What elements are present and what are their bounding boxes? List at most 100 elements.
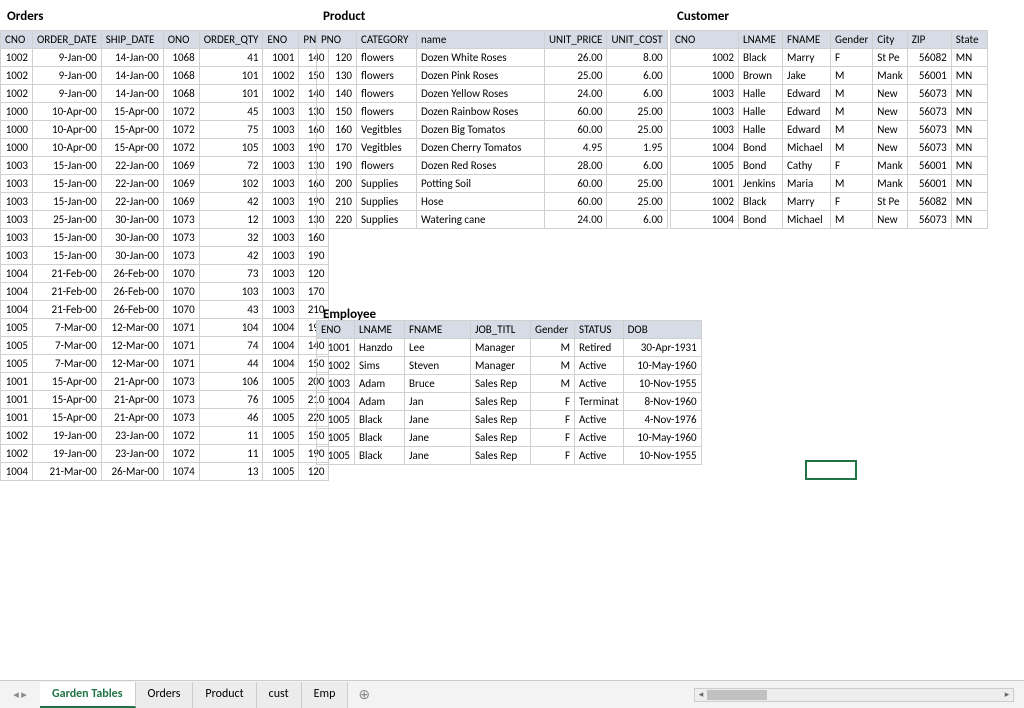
cell[interactable]: 1003 xyxy=(263,139,299,157)
cell[interactable]: 12-Mar-00 xyxy=(101,319,163,337)
cell[interactable]: 24.00 xyxy=(545,85,607,103)
cell[interactable]: Sales Rep xyxy=(471,447,531,465)
cell[interactable]: Jan xyxy=(405,393,471,411)
cell[interactable]: 1002 xyxy=(263,67,299,85)
cell[interactable]: Bond xyxy=(739,211,783,229)
cell[interactable]: F xyxy=(531,393,575,411)
cell[interactable]: 220 xyxy=(317,211,357,229)
cell[interactable]: 1002 xyxy=(671,193,739,211)
cell[interactable]: 30-Jan-00 xyxy=(101,229,163,247)
table-row[interactable]: 10057-Mar-0012-Mar-001071441004150 xyxy=(1,355,329,373)
cell[interactable]: Dozen Cherry Tomatos xyxy=(417,139,545,157)
cell[interactable]: 103 xyxy=(199,283,263,301)
cell[interactable]: 1070 xyxy=(163,283,199,301)
cell[interactable]: 56073 xyxy=(907,85,951,103)
cell[interactable]: 1003 xyxy=(263,157,299,175)
table-row[interactable]: 220SuppliesWatering cane24.006.00 xyxy=(317,211,668,229)
cell[interactable]: Terminat xyxy=(575,393,624,411)
table-row[interactable]: 200SuppliesPotting Soil60.0025.00 xyxy=(317,175,668,193)
cell[interactable]: Halle xyxy=(739,121,783,139)
col-header[interactable]: PNO xyxy=(317,31,357,49)
table-row[interactable]: 170VegitblesDozen Cherry Tomatos4.951.95 xyxy=(317,139,668,157)
cell[interactable]: 25.00 xyxy=(545,67,607,85)
cell[interactable]: 105 xyxy=(199,139,263,157)
cell[interactable]: Jenkins xyxy=(739,175,783,193)
table-row[interactable]: 1004BondMichaelMNew56073MN xyxy=(671,139,988,157)
cell[interactable]: 12-Mar-00 xyxy=(101,355,163,373)
col-header[interactable]: LNAME xyxy=(355,321,405,339)
cell[interactable]: Dozen Rainbow Roses xyxy=(417,103,545,121)
cell[interactable]: Dozen White Roses xyxy=(417,49,545,67)
cell[interactable]: New xyxy=(873,211,907,229)
cell[interactable]: 21-Mar-00 xyxy=(33,463,102,481)
cell[interactable]: Sims xyxy=(355,357,405,375)
cell[interactable]: 1001 xyxy=(671,175,739,193)
table-row[interactable]: 1002SimsStevenManagerMActive10-May-1960 xyxy=(317,357,702,375)
cell[interactable]: Halle xyxy=(739,85,783,103)
col-header[interactable]: ENO xyxy=(263,31,299,49)
cell[interactable]: Black xyxy=(355,411,405,429)
cell[interactable]: 1004 xyxy=(1,463,33,481)
cell[interactable]: 140 xyxy=(317,85,357,103)
cell[interactable]: 15-Apr-00 xyxy=(101,139,163,157)
cell[interactable]: 72 xyxy=(199,157,263,175)
scroll-right-icon[interactable]: ▸ xyxy=(1001,689,1013,701)
col-header[interactable]: ONO xyxy=(163,31,199,49)
table-row[interactable]: 190flowersDozen Red Roses28.006.00 xyxy=(317,157,668,175)
customer-table[interactable]: CNOLNAMEFNAMEGenderCityZIPState1002Black… xyxy=(670,30,988,229)
cell[interactable]: F xyxy=(531,429,575,447)
tabs-nav[interactable]: ◂ ▸ xyxy=(0,688,40,701)
cell[interactable]: Hose xyxy=(417,193,545,211)
cell[interactable]: 30-Jan-00 xyxy=(101,247,163,265)
cell[interactable]: 15-Jan-00 xyxy=(33,157,102,175)
cell[interactable]: 120 xyxy=(317,49,357,67)
cell[interactable]: 21-Apr-00 xyxy=(101,391,163,409)
table-row[interactable]: 100010-Apr-0015-Apr-001072451003130 xyxy=(1,103,329,121)
cell[interactable]: 22-Jan-00 xyxy=(101,175,163,193)
cell[interactable]: Vegitbles xyxy=(357,139,417,157)
cell[interactable]: 1003 xyxy=(671,85,739,103)
cell[interactable]: 23-Jan-00 xyxy=(101,445,163,463)
cell[interactable]: Jane xyxy=(405,429,471,447)
cell[interactable]: Bond xyxy=(739,157,783,175)
cell[interactable]: 15-Jan-00 xyxy=(33,193,102,211)
cell[interactable]: 22-Jan-00 xyxy=(101,157,163,175)
table-row[interactable]: 100315-Jan-0022-Jan-0010691021003160 xyxy=(1,175,329,193)
cell[interactable]: 1072 xyxy=(163,445,199,463)
cell[interactable]: 25.00 xyxy=(607,121,667,139)
cell[interactable]: 1005 xyxy=(317,447,355,465)
col-header[interactable]: State xyxy=(951,31,987,49)
cell[interactable]: Brown xyxy=(739,67,783,85)
cell[interactable]: 1002 xyxy=(263,85,299,103)
cell[interactable]: Adam xyxy=(355,393,405,411)
cell[interactable]: 10-May-1960 xyxy=(623,429,701,447)
cell[interactable]: 1004 xyxy=(317,393,355,411)
cell[interactable]: 1005 xyxy=(263,445,299,463)
cell[interactable]: Sales Rep xyxy=(471,411,531,429)
cell[interactable]: 22-Jan-00 xyxy=(101,193,163,211)
cell[interactable]: 1002 xyxy=(671,49,739,67)
cell[interactable]: 160 xyxy=(299,229,329,247)
cell[interactable]: F xyxy=(831,157,873,175)
cell[interactable]: 9-Jan-00 xyxy=(33,49,102,67)
cell[interactable]: 1005 xyxy=(1,319,33,337)
cell[interactable]: 10-Apr-00 xyxy=(33,103,102,121)
sheet-tab[interactable]: cust xyxy=(257,682,302,708)
cell[interactable]: 1000 xyxy=(671,67,739,85)
cell[interactable]: Black xyxy=(355,447,405,465)
cell[interactable]: 1002 xyxy=(1,67,33,85)
cell[interactable]: 1001 xyxy=(317,339,355,357)
cell[interactable]: 1070 xyxy=(163,265,199,283)
table-row[interactable]: 100421-Feb-0026-Feb-0010701031003170 xyxy=(1,283,329,301)
cell[interactable]: 1072 xyxy=(163,103,199,121)
cell[interactable]: 1068 xyxy=(163,49,199,67)
cell[interactable]: 41 xyxy=(199,49,263,67)
cell[interactable]: flowers xyxy=(357,85,417,103)
table-row[interactable]: 1003HalleEdwardMNew56073MN xyxy=(671,103,988,121)
cell[interactable]: 1005 xyxy=(317,411,355,429)
col-header[interactable]: LNAME xyxy=(739,31,783,49)
table-row[interactable]: 100010-Apr-0015-Apr-001072751003160 xyxy=(1,121,329,139)
cell[interactable]: New xyxy=(873,139,907,157)
cell[interactable]: Potting Soil xyxy=(417,175,545,193)
cell[interactable]: New xyxy=(873,85,907,103)
